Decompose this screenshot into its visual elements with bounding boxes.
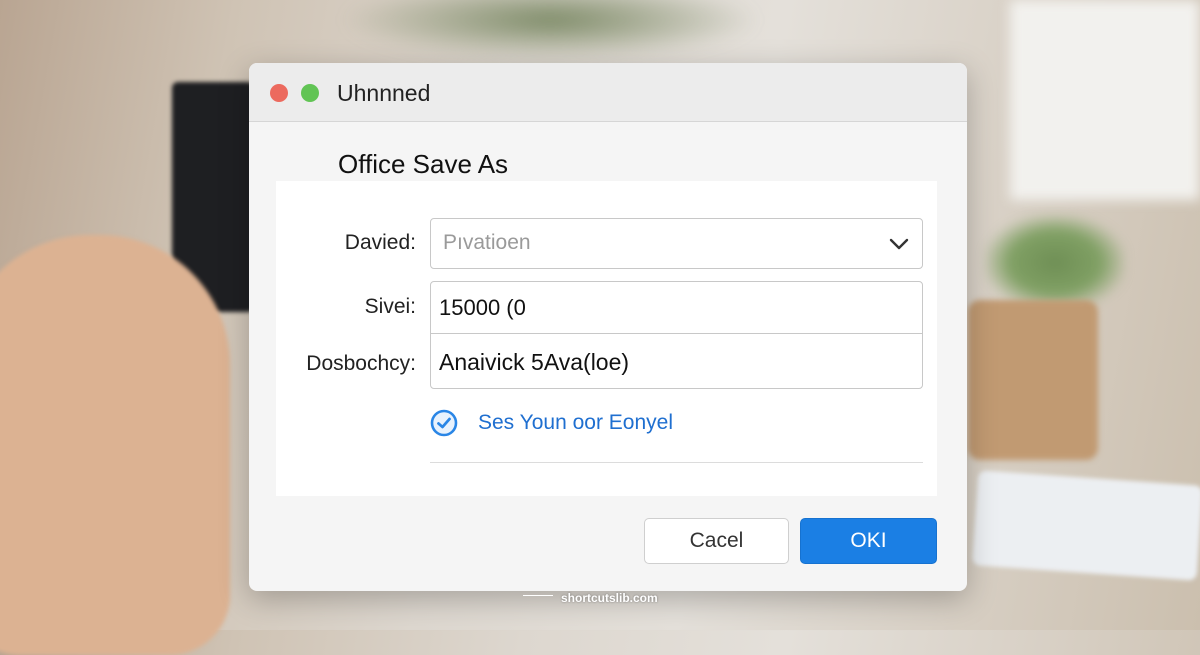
field-label-location: Davied:: [344, 231, 416, 254]
watermark: shortcutslib.com: [523, 591, 658, 605]
ok-button[interactable]: OKI: [800, 518, 937, 564]
background-laptop: [971, 470, 1200, 581]
background-window-light: [1010, 0, 1200, 200]
background-foliage: [340, 0, 760, 60]
options-link-text: Ses Youn oor Eonyel: [478, 411, 673, 434]
size-field[interactable]: 15000 (0: [430, 281, 923, 334]
background-plant: [985, 215, 1125, 310]
watermark-logo-icon: [523, 595, 553, 602]
title-bar: Uhnnned: [249, 63, 967, 122]
field-label-size: Sivei:: [364, 295, 416, 318]
window-title: Uhnnned: [337, 80, 431, 106]
check-circle-icon: [430, 409, 458, 437]
directory-field-value: Anaivick 5Ava(loe): [439, 349, 630, 375]
zoom-window-button[interactable]: [301, 84, 319, 102]
watermark-text: shortcutslib.com: [561, 591, 658, 605]
directory-field[interactable]: Anaivick 5Ava(loe): [430, 333, 923, 389]
location-select[interactable]: Pıvatioen: [430, 218, 923, 269]
dialog-heading: Office Save As: [338, 149, 509, 179]
chevron-down-icon: [889, 238, 909, 250]
background-plant-pot: [968, 300, 1098, 460]
divider: [430, 462, 923, 463]
cancel-button[interactable]: Cacel: [644, 518, 789, 564]
close-window-button[interactable]: [270, 84, 288, 102]
size-field-value: 15000 (0: [439, 295, 526, 320]
background-hand: [0, 235, 230, 655]
location-select-value: Pıvatioen: [443, 231, 531, 254]
save-as-dialog: Uhnnned Office Save As Davied: Pıvatioen…: [249, 63, 967, 591]
field-label-directory: Dosbochcy:: [306, 352, 416, 375]
